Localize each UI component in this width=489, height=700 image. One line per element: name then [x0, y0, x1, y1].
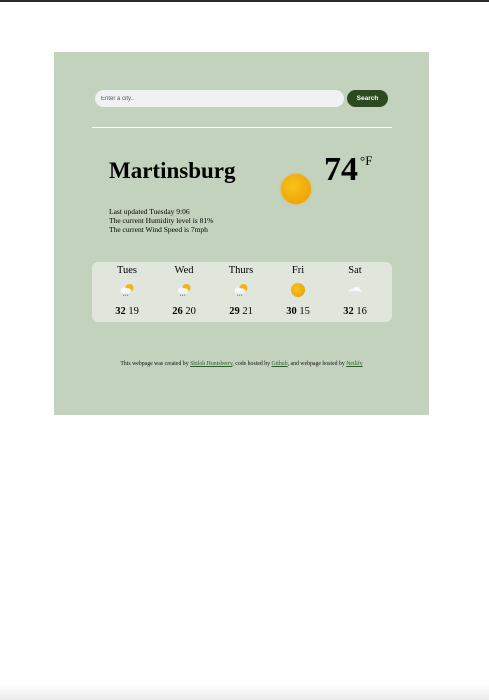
forecast-temps: 32 16 — [327, 306, 383, 318]
forecast-high: 29 — [229, 306, 240, 317]
forecast-day-name: Fri — [291, 265, 305, 276]
sun-cloud-rain-icon — [120, 284, 134, 297]
forecast-high: 32 — [115, 306, 126, 317]
temperature-unit[interactable]: °F — [360, 154, 372, 167]
forecast-day-name: Thurs — [228, 265, 254, 276]
forecast-day: Sat 32 16 — [327, 262, 383, 322]
forecast-day-name: Wed — [174, 265, 194, 276]
forecast-day-name: Sat — [348, 265, 362, 276]
forecast-temps: 32 19 — [99, 306, 155, 318]
forecast-day: Thurs 29 21 — [213, 262, 269, 322]
last-updated: Last updated Tuesday 9:06 — [109, 207, 190, 216]
cloud-icon — [348, 286, 362, 295]
sun-icon — [290, 282, 306, 298]
author-link[interactable]: Shiloh Huntsberry — [190, 361, 232, 367]
current-details: Last updated Tuesday 9:06 The current Hu… — [109, 207, 213, 234]
sun-disc — [291, 283, 305, 297]
github-link[interactable]: Github — [271, 361, 287, 367]
netlify-link[interactable]: Netlify — [346, 361, 362, 367]
window-bottom-shadow — [0, 684, 489, 700]
divider — [92, 127, 392, 128]
city-search-input[interactable] — [95, 90, 344, 107]
forecast-low: 16 — [356, 306, 367, 317]
forecast-low: 21 — [242, 306, 253, 317]
forecast-day: Tues 32 19 — [99, 262, 155, 322]
forecast-high: 26 — [172, 306, 183, 317]
sun-cloud-rain-icon — [234, 284, 248, 297]
forecast-high: 32 — [343, 306, 354, 317]
forecast-low: 20 — [185, 306, 196, 317]
wind-speed-text: The current Wind Speed is 7mph — [109, 225, 208, 234]
search-button[interactable]: Search — [347, 90, 388, 107]
forecast-card: Tues 32 19 Wed 26 20 Thurs 29 21 Fri 30 … — [92, 262, 392, 322]
footer-text: , and webpage hosted by — [287, 361, 347, 367]
forecast-temps: 29 21 — [213, 306, 269, 318]
forecast-low: 15 — [299, 306, 310, 317]
forecast-day: Wed 26 20 — [156, 262, 212, 322]
search-form: Search — [95, 90, 388, 107]
current-temperature: 74 — [324, 151, 358, 188]
forecast-temps: 30 15 — [270, 306, 326, 318]
sun-icon — [281, 174, 311, 204]
city-name: Martinsburg — [109, 158, 236, 183]
footer-text: , code hosted by — [232, 361, 272, 367]
footer: This webpage was created by Shiloh Hunts… — [54, 361, 429, 367]
footer-text: This webpage was created by — [120, 361, 191, 367]
forecast-day-name: Tues — [116, 265, 138, 276]
sun-cloud-rain-icon — [177, 284, 191, 297]
forecast-high: 30 — [286, 306, 297, 317]
humidity-text: The current Humidity level is 81% — [109, 216, 214, 225]
weather-app-panel: Search Martinsburg Last updated Tuesday … — [54, 52, 429, 415]
forecast-temps: 26 20 — [156, 306, 212, 318]
window-top-border — [0, 0, 489, 2]
forecast-low: 19 — [128, 306, 139, 317]
forecast-day: Fri 30 15 — [270, 262, 326, 322]
